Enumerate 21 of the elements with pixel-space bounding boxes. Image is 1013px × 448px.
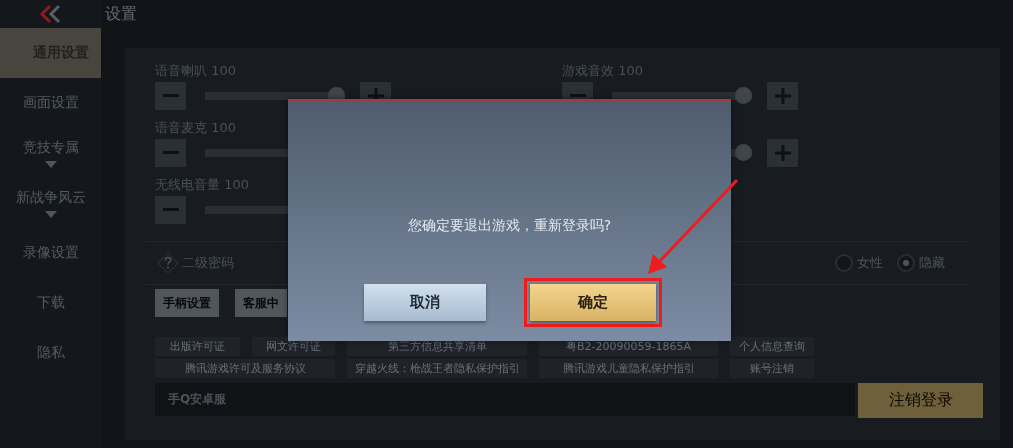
link-button[interactable]: 腾讯游戏儿童隐私保护指引: [539, 359, 718, 378]
link-button[interactable]: 腾讯游戏许可及服务协议: [155, 359, 335, 378]
settings-button[interactable]: 手柄设置: [155, 289, 219, 317]
sidebar-item[interactable]: 下载: [0, 278, 101, 328]
link-button[interactable]: 个人信息查询: [730, 337, 814, 356]
sidebar-item[interactable]: 录像设置: [0, 228, 101, 278]
cancel-button[interactable]: 取消: [363, 284, 486, 321]
link-button[interactable]: 账号注销: [730, 359, 814, 378]
sidebar-item[interactable]: 新战争风云: [0, 178, 101, 228]
settings-button[interactable]: 客服中: [235, 289, 287, 317]
sidebar-item[interactable]: 竞技专属: [0, 128, 101, 178]
link-button[interactable]: 穿越火线：枪战王者隐私保护指引: [347, 359, 527, 378]
server-label: 手Q安卓服: [155, 383, 855, 416]
logout-button[interactable]: 注销登录: [858, 383, 983, 418]
page-title: 设置: [104, 3, 138, 25]
confirm-button[interactable]: 确定: [529, 284, 656, 321]
link-button[interactable]: 出版许可证: [155, 337, 240, 356]
dialog-message: 您确定要退出游戏，重新登录吗?: [407, 217, 612, 235]
radio-label: 女性: [857, 254, 883, 272]
sidebar-item[interactable]: 隐私: [0, 328, 101, 378]
sidebar-item[interactable]: 画面设置: [0, 78, 101, 128]
